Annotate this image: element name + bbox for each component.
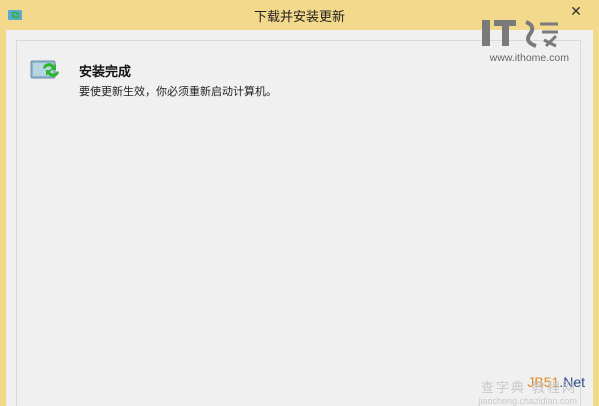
ithome-logo [482,20,558,48]
ithome-url: www.ithome.com [489,52,569,64]
status-message: 要使更新生效，你必须重新启动计算机。 [79,85,277,98]
chazidian-watermark: 查字典 教程网 [480,381,577,396]
close-icon: ✕ [570,4,582,20]
update-window: 下载并安装更新 ✕ 安装完成 要使更新生效，你必须重新启动计算机。 www.it… [0,0,599,406]
close-button[interactable]: ✕ [563,2,589,22]
update-monitor-icon [30,60,59,79]
chazidian-url: jiaocheng.chazidian.com [478,396,577,406]
status-heading: 安装完成 [79,65,132,80]
